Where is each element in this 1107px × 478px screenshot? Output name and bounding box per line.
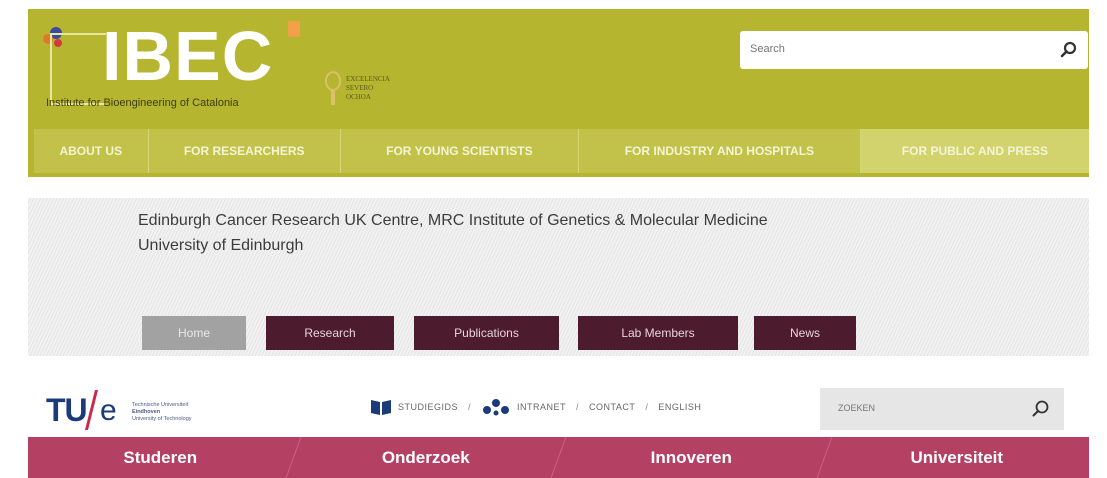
tue-search-box: [820, 388, 1064, 430]
tue-logo-slash: [85, 390, 98, 430]
tue-nav-innoveren[interactable]: Innoveren: [559, 437, 824, 478]
ibec-logo-mark: [288, 21, 300, 37]
edinburgh-title: Edinburgh Cancer Research UK Centre, MRC…: [138, 208, 768, 258]
edinburgh-title-line1: Edinburgh Cancer Research UK Centre, MRC…: [138, 212, 768, 229]
link-separator: /: [645, 402, 649, 412]
tue-main-nav: Studeren Onderzoek Innoveren Universitei…: [28, 437, 1089, 478]
link-separator: /: [468, 402, 472, 412]
tue-logo-tu: TU: [46, 392, 88, 428]
edinburgh-header: Edinburgh Cancer Research UK Centre, MRC…: [28, 198, 1089, 356]
ibec-nav-about-us[interactable]: ABOUT US: [34, 129, 149, 173]
tue-top-links: STUDIEGIDS / INTRANET / CONTACT / ENGLIS…: [370, 398, 701, 416]
excellence-badge: EXCELENCIA SEVERO OCHOA: [324, 71, 434, 119]
ibec-header: IBEC Institute for Bioengineering of Cat…: [28, 9, 1089, 177]
edinburgh-tab-news[interactable]: News: [754, 316, 856, 350]
tue-link-english[interactable]: ENGLISH: [658, 402, 701, 412]
book-icon: [371, 400, 391, 415]
tue-nav-universiteit[interactable]: Universiteit: [825, 437, 1090, 478]
ibec-logo-text: IBEC: [102, 17, 274, 95]
search-icon[interactable]: [1060, 41, 1078, 59]
ibec-nav-for-researchers[interactable]: FOR RESEARCHERS: [149, 129, 341, 173]
tue-logo-subtitle: Technische Universiteit Eindhoven Univer…: [132, 402, 192, 422]
edinburgh-tab-lab-members[interactable]: Lab Members: [578, 316, 738, 350]
excellence-text: EXCELENCIA SEVERO OCHOA: [346, 75, 390, 101]
edinburgh-tab-publications[interactable]: Publications: [414, 316, 559, 350]
ibec-search-box: [740, 31, 1088, 69]
ibec-nav-for-public-and-press[interactable]: FOR PUBLIC AND PRESS: [860, 129, 1089, 173]
network-icon: [483, 399, 510, 416]
edinburgh-tab-home[interactable]: Home: [142, 316, 246, 350]
ibec-subtitle: Institute for Bioengineering of Cataloni…: [46, 97, 239, 109]
tue-nav-studeren[interactable]: Studeren: [28, 437, 293, 478]
ibec-nav-for-young-scientists[interactable]: FOR YOUNG SCIENTISTS: [341, 129, 579, 173]
tue-link-intranet[interactable]: INTRANET: [517, 402, 566, 412]
tue-logo-e: e: [100, 394, 117, 427]
edinburgh-tab-research[interactable]: Research: [266, 316, 394, 350]
search-icon[interactable]: [1032, 400, 1050, 418]
ibec-nav-for-industry-and-hospitals[interactable]: FOR INDUSTRY AND HOSPITALS: [579, 129, 861, 173]
ibec-search-input[interactable]: [740, 31, 1060, 67]
tue-search-input[interactable]: [820, 388, 1036, 428]
tue-header: TU e Technische Universiteit Eindhoven U…: [28, 380, 1089, 478]
edinburgh-title-line2: University of Edinburgh: [138, 237, 304, 254]
link-separator: /: [576, 402, 580, 412]
excellence-seal-icon: [325, 71, 341, 105]
tue-link-studiegids[interactable]: STUDIEGIDS: [398, 402, 458, 412]
ibec-main-nav: ABOUT US FOR RESEARCHERS FOR YOUNG SCIEN…: [34, 129, 1089, 173]
tue-link-contact[interactable]: CONTACT: [589, 402, 635, 412]
ibec-logo-frame: [50, 33, 106, 105]
tue-nav-onderzoek[interactable]: Onderzoek: [294, 437, 559, 478]
